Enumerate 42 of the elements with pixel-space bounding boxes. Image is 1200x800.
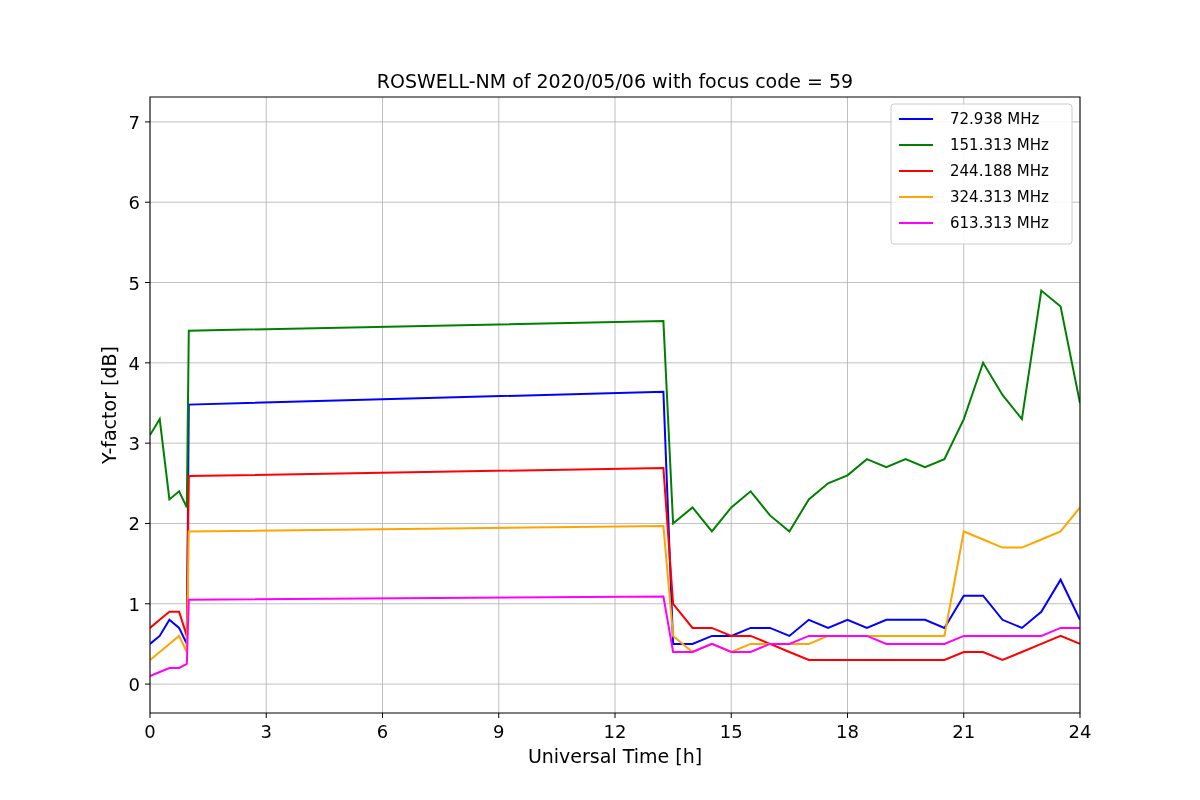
tick-mark [144,522,151,524]
tick-mark [144,282,151,283]
legend-label: 151.313 MHz [950,136,1049,154]
tick-mark [963,712,965,719]
tick-label: 3 [128,433,140,455]
tick-label: 2 [128,513,140,535]
tick-mark [149,712,151,719]
tick-label: 6 [128,192,140,214]
tick-label: 0 [144,721,156,742]
tick-label: 24 [1068,721,1092,742]
tick-mark [144,683,151,685]
chart-title: ROSWELL-NM of 2020/05/06 with focus code = 59 [376,70,854,92]
x-axis-label: Universal Time [h] [527,745,703,767]
tick-mark [144,442,151,444]
tick-mark [614,712,616,719]
tick-label: 18 [836,721,859,742]
legend-label: 613.313 MHz [950,214,1049,232]
tick-mark [847,712,848,719]
tick-label: 21 [952,721,976,742]
tick-mark [382,712,383,719]
tick-label: 12 [603,721,627,742]
tick-label: 6 [376,721,389,742]
tick-mark [730,712,732,719]
tick-label: 7 [128,111,140,133]
legend-label: 324.313 MHz [950,188,1049,206]
legend-label: 72.938 MHz [950,110,1040,128]
tick-label: 3 [260,721,272,742]
tick-label: 5 [128,272,140,294]
tick-label: 4 [128,352,140,374]
tick-mark [144,121,151,123]
tick-mark [1079,712,1081,719]
tick-mark [144,603,151,605]
tick-mark [498,712,500,719]
tick-mark [144,201,151,203]
tick-mark [144,362,151,364]
tick-label: 0 [128,674,140,696]
y-axis-label: Y-factor [dB] [98,346,120,464]
tick-mark [265,712,267,719]
tick-label: 9 [493,721,505,742]
tick-label: 1 [128,593,140,615]
legend-label: 244.188 MHz [950,162,1049,180]
tick-label: 15 [719,721,743,742]
